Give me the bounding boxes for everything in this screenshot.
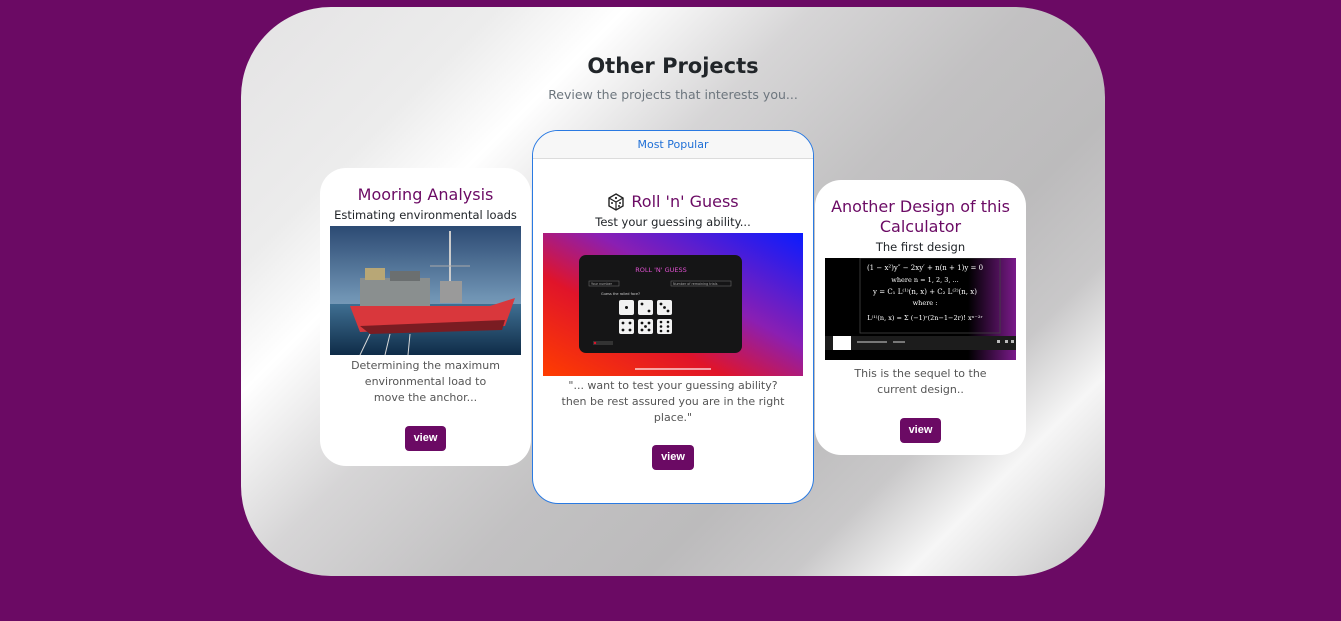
svg-text:y = C₁ L⁽¹⁾(n, x) + C₂ L⁽²⁾(n,: y = C₁ L⁽¹⁾(n, x) + C₂ L⁽²⁾(n, x) [872, 287, 977, 296]
section-subtitle: Review the projects that interests you..… [548, 87, 798, 102]
roll-n-guess-thumbnail: ROLL 'N' GUESS Your number Number of rem… [543, 233, 803, 376]
card-subtitle: Estimating environmental loads [334, 208, 517, 222]
dice-icon [608, 193, 625, 211]
card-title: Mooring Analysis [357, 185, 494, 204]
svg-text:(1 − x²)y″ − 2xy′ + n(n + 1)y: (1 − x²)y″ − 2xy′ + n(n + 1)y = 0 [867, 264, 983, 272]
card-subtitle: The first design [875, 240, 966, 254]
project-card-mooring: Mooring Analysis Estimating environmenta… [320, 168, 531, 466]
calculator-thumbnail: (1 − x²)y″ − 2xy′ + n(n + 1)y = 0 where … [825, 258, 1016, 360]
card-title-row: Roll 'n' Guess [533, 192, 813, 212]
svg-text:where n = 1, 2, 3, ...: where n = 1, 2, 3, ... [891, 276, 958, 284]
view-button-roll-n-guess[interactable]: view [652, 445, 694, 470]
card-title: Another Design of this Calculator [831, 197, 1010, 236]
card-description: Determining the maximum environmental lo… [351, 359, 500, 404]
mooring-thumbnail [330, 226, 521, 355]
view-button-calculator[interactable]: view [899, 418, 942, 443]
card-subtitle: Test your guessing ability... [595, 215, 751, 229]
most-popular-badge: Most Popular [533, 131, 813, 159]
svg-text:Guess the rolled face?: Guess the rolled face? [601, 292, 640, 296]
svg-text:Number of remaining trials: Number of remaining trials [673, 282, 718, 286]
svg-text:where :: where : [913, 299, 938, 307]
card-title: Roll 'n' Guess [631, 192, 739, 211]
project-card-roll-n-guess: Most Popular Roll 'n' Guess Test your gu… [532, 130, 814, 504]
card-description: This is the sequel to the current design… [854, 367, 987, 396]
svg-text:ROLL 'N' GUESS: ROLL 'N' GUESS [635, 266, 687, 274]
project-card-calculator: Another Design of this Calculator The fi… [815, 180, 1026, 455]
svg-text:L⁽¹⁾(n, x) = Σ (−1)ʳ(2n−1−2r)!: L⁽¹⁾(n, x) = Σ (−1)ʳ(2n−1−2r)! xⁿ⁻²ʳ [867, 314, 982, 322]
card-description: "... want to test your guessing ability?… [561, 379, 785, 424]
section-title: Other Projects [587, 54, 759, 78]
svg-text:Your number: Your number [591, 282, 613, 286]
view-button-mooring[interactable]: view [404, 426, 447, 451]
